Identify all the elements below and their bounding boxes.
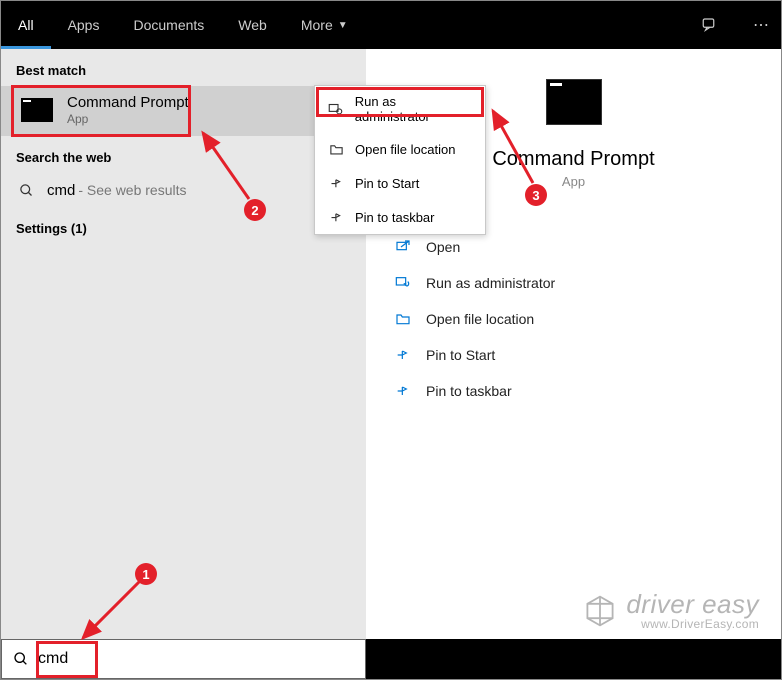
pin-taskbar-icon — [394, 382, 412, 400]
ctx-pin-start[interactable]: Pin to Start — [315, 166, 485, 200]
action-open-location[interactable]: Open file location — [391, 301, 756, 337]
annotation-badge-2: 2 — [244, 199, 266, 221]
web-search-result[interactable]: cmd - See web results — [1, 173, 366, 207]
detail-app-icon — [546, 79, 602, 125]
taskbar-search-box[interactable] — [1, 639, 366, 679]
web-query-text: cmd — [47, 182, 75, 199]
ctx-open-location[interactable]: Open file location — [315, 132, 485, 166]
action-pin-taskbar-label: Pin to taskbar — [426, 383, 512, 399]
result-subtype: App — [67, 112, 189, 126]
action-run-admin[interactable]: Run as administrator — [391, 265, 756, 301]
open-icon — [394, 238, 412, 256]
action-pin-start[interactable]: Pin to Start — [391, 337, 756, 373]
run-admin-icon — [394, 274, 412, 292]
context-menu: Run as administrator Open file location … — [314, 85, 486, 235]
tab-documents[interactable]: Documents — [116, 1, 221, 49]
ctx-open-location-label: Open file location — [355, 142, 455, 157]
watermark-url: www.DriverEasy.com — [626, 618, 759, 631]
search-input[interactable] — [38, 640, 365, 678]
ctx-run-admin[interactable]: Run as administrator — [315, 86, 485, 132]
search-web-header: Search the web — [1, 136, 366, 173]
ctx-run-admin-label: Run as administrator — [355, 94, 473, 124]
more-options-icon[interactable]: ⋯ — [741, 15, 781, 35]
feedback-icon[interactable] — [701, 16, 741, 34]
folder-icon — [394, 310, 412, 328]
run-admin-icon — [327, 100, 345, 118]
watermark-name: driver easy — [626, 591, 759, 618]
search-icon — [17, 181, 35, 199]
taskbar-remainder — [366, 639, 781, 679]
command-prompt-icon — [21, 98, 53, 122]
tab-more[interactable]: More ▼ — [284, 1, 365, 49]
pin-taskbar-icon — [327, 208, 345, 226]
web-query-hint: - See web results — [78, 182, 186, 198]
folder-icon — [327, 140, 345, 158]
tab-all[interactable]: All — [1, 1, 51, 49]
settings-header[interactable]: Settings (1) — [1, 207, 366, 244]
best-match-header: Best match — [1, 49, 366, 86]
result-command-prompt[interactable]: Command Prompt App — [1, 86, 366, 136]
ctx-pin-taskbar[interactable]: Pin to taskbar — [315, 200, 485, 234]
watermark-logo-icon — [582, 593, 618, 629]
tab-apps[interactable]: Apps — [51, 1, 117, 49]
search-filter-tabs: All Apps Documents Web More ▼ ⋯ — [1, 1, 781, 49]
annotation-badge-3: 3 — [525, 184, 547, 206]
ctx-pin-taskbar-label: Pin to taskbar — [355, 210, 435, 225]
annotation-badge-1: 1 — [135, 563, 157, 585]
chevron-down-icon: ▼ — [338, 20, 348, 31]
tab-web[interactable]: Web — [221, 1, 284, 49]
result-title: Command Prompt — [67, 94, 189, 111]
action-run-admin-label: Run as administrator — [426, 275, 555, 291]
ctx-pin-start-label: Pin to Start — [355, 176, 419, 191]
pin-start-icon — [394, 346, 412, 364]
pin-start-icon — [327, 174, 345, 192]
action-pin-start-label: Pin to Start — [426, 347, 495, 363]
search-icon — [12, 650, 30, 668]
action-open-location-label: Open file location — [426, 311, 534, 327]
tab-more-label: More — [301, 17, 333, 33]
results-left-pane: Best match Command Prompt App Search the… — [1, 49, 366, 639]
watermark: driver easy www.DriverEasy.com — [582, 591, 759, 631]
taskbar-row — [1, 639, 781, 679]
detail-actions: Open Run as administrator Open file loca… — [391, 229, 756, 409]
action-open-label: Open — [426, 239, 460, 255]
action-pin-taskbar[interactable]: Pin to taskbar — [391, 373, 756, 409]
